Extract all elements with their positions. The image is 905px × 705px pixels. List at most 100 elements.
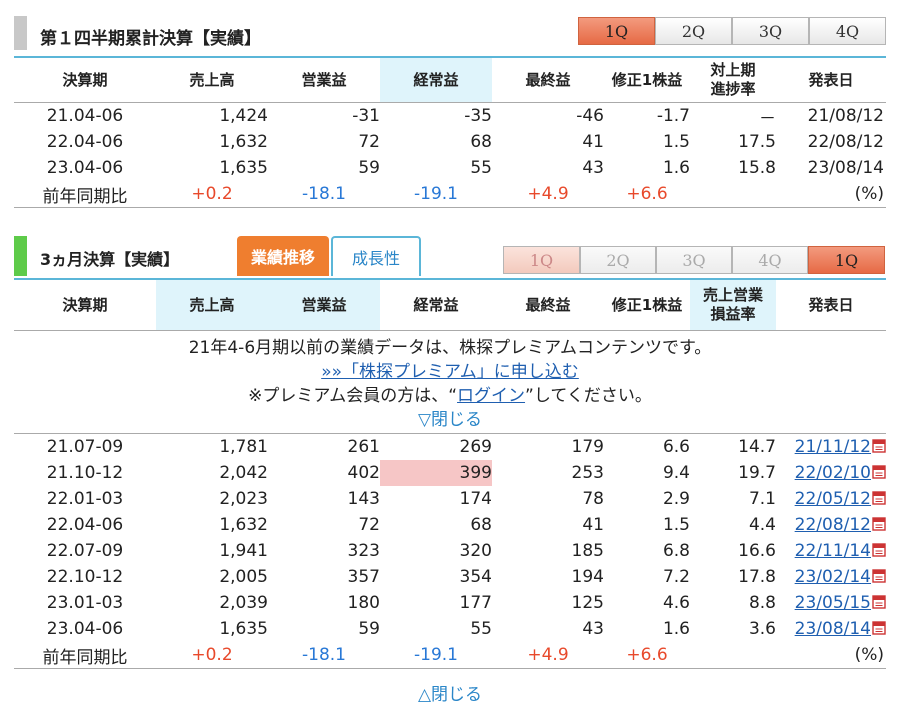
cell-date: 22/11/14 bbox=[776, 538, 886, 564]
cell-operating: 59 bbox=[358, 158, 380, 178]
announcement-date-link[interactable]: 23/02/14 bbox=[795, 567, 871, 587]
announcement-date-link[interactable]: 22/02/10 bbox=[795, 463, 871, 483]
table-row: 21.04-06 1,424 -31 -35 -46 -1.7 － 21/08/12 bbox=[14, 103, 886, 130]
cell-eps: 6.8 bbox=[662, 541, 690, 561]
cell-net: 41 bbox=[582, 515, 604, 535]
announcement-date-link[interactable]: 22/11/14 bbox=[795, 541, 871, 561]
cell-ratio bbox=[690, 642, 776, 669]
col-date: 発表日 bbox=[776, 279, 886, 331]
cell-operating: 72 bbox=[358, 515, 380, 535]
login-line: ※プレミアム会員の方は、“ログイン”してください。 bbox=[14, 384, 886, 408]
tab-3q[interactable]: 3Q bbox=[732, 17, 809, 45]
cell-date: 22/08/12 bbox=[807, 132, 884, 152]
cell-eps: 1.5 bbox=[662, 515, 690, 535]
table-row: 22.04-06 1,632 72 68 41 1.5 17.5 22/08/12 bbox=[14, 129, 886, 155]
login-prefix: ※プレミアム会員の方は、“ bbox=[248, 386, 458, 406]
notice-text: 21年4-6月期以前の業績データは、株探プレミアムコンテンツです。 bbox=[188, 338, 712, 358]
pdf-icon[interactable] bbox=[872, 569, 886, 583]
tab-2q[interactable]: 2Q bbox=[580, 246, 656, 274]
cell-sales: +0.2 bbox=[191, 184, 233, 204]
pdf-icon[interactable] bbox=[872, 595, 886, 609]
table-row: 23.04-06 1,635 59 55 43 1.6 15.8 23/08/14 bbox=[14, 155, 886, 181]
table-row: 22.01-03 2,023 143 174 78 2.9 7.1 22/05/12 bbox=[14, 486, 886, 512]
col-eps: 修正1株益 bbox=[604, 279, 690, 331]
announcement-date-link[interactable]: 23/08/14 bbox=[795, 619, 871, 639]
cell-ordinary: 399 bbox=[380, 460, 492, 486]
quarterly-table: 決算期 売上高 営業益 経常益 最終益 修正1株益 売上営業 損益率 発表日 bbox=[14, 278, 886, 331]
cell-date: 21/11/12 bbox=[776, 434, 886, 460]
pdf-icon[interactable] bbox=[872, 517, 886, 531]
login-link[interactable]: ログイン bbox=[457, 386, 525, 406]
quarterly-rows: 21.07-09 1,781 261 269 179 6.6 14.7 21/11/12 21.… bbox=[14, 434, 886, 669]
cell-sales: 2,005 bbox=[219, 567, 268, 587]
cell-net: +4.9 bbox=[527, 184, 569, 204]
cell-net: 179 bbox=[571, 437, 604, 457]
pdf-icon[interactable] bbox=[872, 491, 886, 505]
col-period: 決算期 bbox=[14, 279, 156, 331]
cell-period: 22.10-12 bbox=[46, 567, 124, 587]
tab-growth[interactable]: 成長性 bbox=[331, 236, 421, 276]
tab-4q[interactable]: 4Q bbox=[732, 246, 808, 274]
announcement-date-link[interactable]: 22/05/12 bbox=[795, 489, 871, 509]
cell-operating: 59 bbox=[358, 619, 380, 639]
login-suffix: ”してください。 bbox=[525, 386, 652, 406]
cell-ratio: 19.7 bbox=[738, 463, 776, 483]
close-toggle-top[interactable]: ▽閉じる bbox=[418, 410, 482, 430]
pdf-icon[interactable] bbox=[872, 465, 886, 479]
cell-ordinary: -19.1 bbox=[414, 184, 458, 204]
announcement-date-link[interactable]: 23/05/15 bbox=[795, 593, 871, 613]
cell-net: +4.9 bbox=[527, 645, 569, 665]
col-margin: 売上営業 損益率 bbox=[690, 279, 776, 331]
cell-date: 21/08/12 bbox=[807, 106, 884, 126]
table-row: 21.07-09 1,781 261 269 179 6.6 14.7 21/11/12 bbox=[14, 434, 886, 460]
table-row: 22.07-09 1,941 323 320 185 6.8 16.6 22/11/14 bbox=[14, 538, 886, 564]
col-ordinary: 経常益 bbox=[380, 279, 492, 331]
cell-sales: 2,023 bbox=[219, 489, 268, 509]
cell-date: 22/02/10 bbox=[776, 460, 886, 486]
cell-sales: 2,042 bbox=[219, 463, 268, 483]
table-row: 22.10-12 2,005 357 354 194 7.2 17.8 23/02/14 bbox=[14, 564, 886, 590]
cell-ordinary: 320 bbox=[459, 541, 492, 561]
tab-3q[interactable]: 3Q bbox=[656, 246, 732, 274]
tab-performance[interactable]: 業績推移 bbox=[237, 236, 329, 276]
tab-2q[interactable]: 2Q bbox=[655, 17, 732, 45]
quarterly-quarter-tabs: 1Q 2Q 3Q 4Q 1Q bbox=[503, 246, 885, 274]
tab-4q[interactable]: 4Q bbox=[809, 17, 886, 45]
cell-eps: 2.9 bbox=[662, 489, 690, 509]
cell-period: 21.07-09 bbox=[46, 437, 124, 457]
pdf-icon[interactable] bbox=[872, 543, 886, 557]
premium-signup-link[interactable]: »»「株探プレミアム」に申し込む bbox=[321, 362, 579, 382]
cell-ratio: － bbox=[759, 108, 776, 129]
cell-ordinary: 55 bbox=[470, 158, 492, 178]
col-progress: 対上期 進捗率 bbox=[690, 57, 776, 103]
cell-sales: 1,781 bbox=[219, 437, 268, 457]
pdf-icon[interactable] bbox=[872, 621, 886, 635]
cell-period: 21.04-06 bbox=[46, 106, 124, 126]
cumulative-title: 第１四半期累計決算【実績】 bbox=[40, 29, 261, 49]
quarterly-title: 3ヵ月決算【実績】 bbox=[40, 250, 180, 269]
table-header: 決算期 売上高 営業益 経常益 最終益 修正1株益 売上営業 損益率 発表日 bbox=[14, 279, 886, 331]
table-header: 決算期 売上高 営業益 経常益 最終益 修正1株益 対上期 進捗率 発表日 bbox=[14, 57, 886, 103]
progress-header-text: 対上期 進捗率 bbox=[710, 61, 756, 98]
cell-net: 43 bbox=[582, 619, 604, 639]
close-toggle-bottom[interactable]: △閉じる bbox=[14, 680, 886, 705]
cell-operating: 143 bbox=[347, 489, 380, 509]
tab-1q[interactable]: 1Q bbox=[503, 246, 580, 274]
col-operating: 営業益 bbox=[268, 279, 380, 331]
cell-operating: 402 bbox=[347, 463, 380, 483]
announcement-date-link[interactable]: 21/11/12 bbox=[795, 437, 871, 457]
cell-period: 23.04-06 bbox=[46, 619, 124, 639]
cell-period: 22.01-03 bbox=[46, 489, 124, 509]
cell-period: 22.04-06 bbox=[46, 515, 124, 535]
cell-net: 185 bbox=[571, 541, 604, 561]
tab-1q-next[interactable]: 1Q bbox=[808, 246, 885, 274]
table-row: 23.04-06 1,635 59 55 43 1.6 3.6 23/08/14 bbox=[14, 616, 886, 642]
cell-date: (%) bbox=[854, 184, 884, 204]
cell-net: 194 bbox=[571, 567, 604, 587]
tab-1q[interactable]: 1Q bbox=[578, 17, 655, 45]
cell-eps: 7.2 bbox=[662, 567, 690, 587]
col-operating: 営業益 bbox=[268, 57, 380, 103]
pdf-icon[interactable] bbox=[872, 439, 886, 453]
announcement-date-link[interactable]: 22/08/12 bbox=[795, 515, 871, 535]
cumulative-table: 決算期 売上高 営業益 経常益 最終益 修正1株益 対上期 進捗率 発表日 21… bbox=[14, 56, 886, 208]
